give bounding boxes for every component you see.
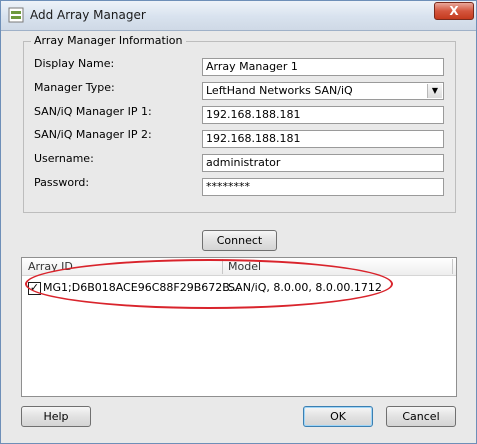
- window-title: Add Array Manager: [30, 8, 146, 22]
- ok-button[interactable]: OK: [303, 406, 373, 427]
- ip2-label: SAN/iQ Manager IP 2:: [34, 128, 152, 141]
- title-bar: Add Array Manager X: [1, 1, 476, 31]
- manager-type-select[interactable]: LeftHand Networks SAN/iQ ▼: [202, 82, 444, 100]
- check-icon: ✓: [29, 281, 40, 294]
- help-button[interactable]: Help: [21, 406, 91, 427]
- cancel-button[interactable]: Cancel: [386, 406, 456, 427]
- add-array-manager-dialog: Add Array Manager X Array Manager Inform…: [0, 0, 477, 444]
- manager-type-value: LeftHand Networks SAN/iQ: [206, 84, 353, 97]
- manager-type-label: Manager Type:: [34, 81, 115, 94]
- row-checkbox[interactable]: ✓: [28, 282, 41, 295]
- column-header-array-id[interactable]: Array ID: [28, 260, 73, 273]
- ip2-field[interactable]: 192.168.188.181: [202, 130, 444, 148]
- table-header: Array ID Model: [22, 258, 456, 276]
- column-header-model[interactable]: Model: [228, 260, 261, 273]
- model-cell: SAN/iQ, 8.0.00, 8.0.00.1712: [228, 281, 382, 294]
- ip1-field[interactable]: 192.168.188.181: [202, 106, 444, 124]
- array-table: Array ID Model ✓ MG1;D6B018ACE96C88F29B6…: [21, 257, 457, 397]
- column-divider[interactable]: [222, 259, 223, 274]
- password-field[interactable]: ********: [202, 178, 444, 196]
- username-field[interactable]: administrator: [202, 154, 444, 172]
- column-divider[interactable]: [452, 259, 453, 274]
- password-label: Password:: [34, 176, 90, 189]
- array-manager-icon: [8, 7, 24, 23]
- username-label: Username:: [34, 152, 94, 165]
- array-id-cell: MG1;D6B018ACE96C88F29B672B...: [43, 281, 241, 294]
- display-name-field[interactable]: Array Manager 1: [202, 58, 444, 76]
- chevron-down-icon[interactable]: ▼: [427, 84, 442, 98]
- connect-button[interactable]: Connect: [202, 230, 277, 251]
- group-legend: Array Manager Information: [31, 34, 186, 47]
- ip1-label: SAN/iQ Manager IP 1:: [34, 105, 152, 118]
- display-name-label: Display Name:: [34, 57, 115, 70]
- close-button[interactable]: X: [434, 2, 474, 20]
